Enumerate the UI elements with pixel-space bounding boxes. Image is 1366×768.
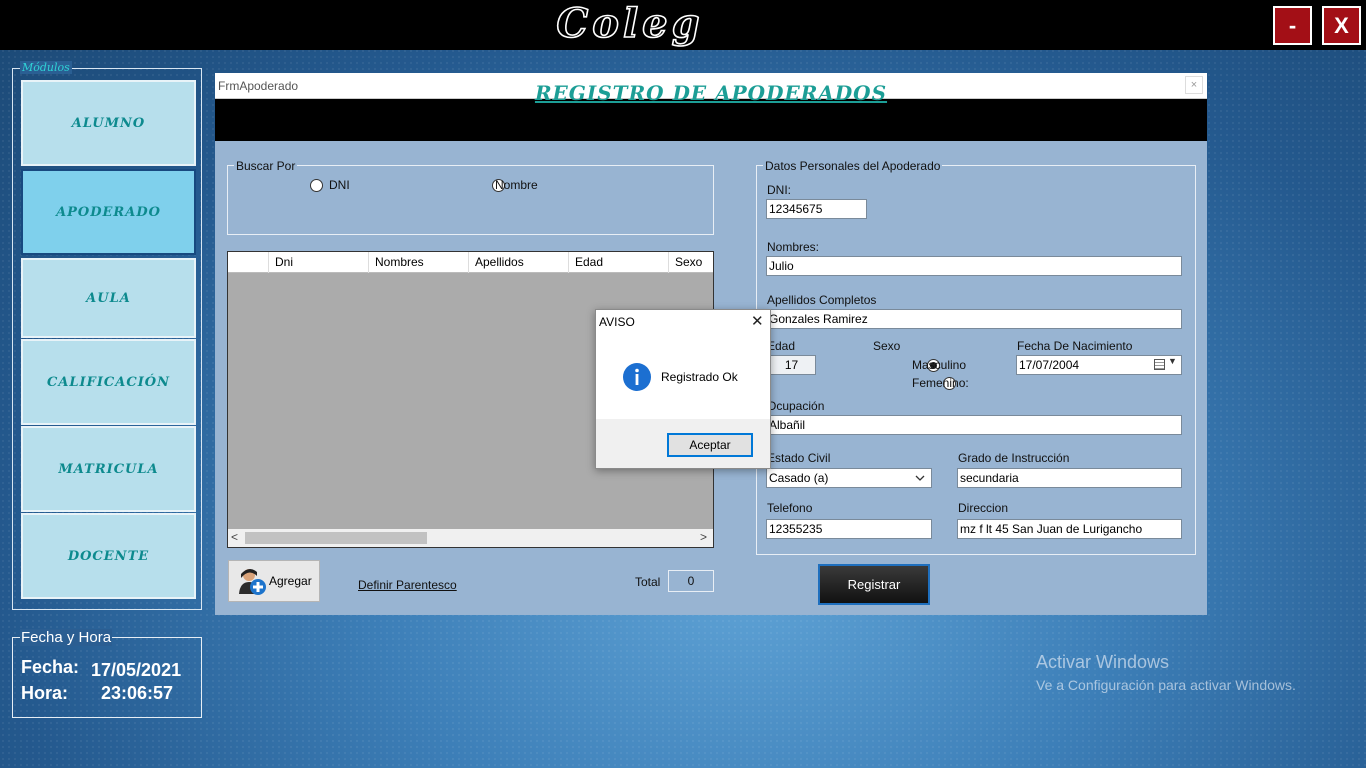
personal-data-legend: Datos Personales del Apoderado	[763, 159, 943, 173]
search-group	[227, 165, 714, 235]
module-matricula-button[interactable]: MATRICULA	[21, 426, 196, 512]
dialog-close-button[interactable]: ✕	[751, 312, 764, 330]
fecha-value: 17/05/2021	[91, 660, 182, 680]
activation-watermark-title: Activar Windows	[1036, 652, 1170, 672]
grid-col-apellidos[interactable]: Apellidos	[468, 252, 568, 273]
estado-civil-value: Casado (a)	[769, 471, 829, 485]
module-alumno-button[interactable]: ALUMNO	[21, 80, 196, 166]
search-legend: Buscar Por	[234, 159, 298, 173]
ocupacion-label: Ocupación	[767, 399, 825, 413]
aceptar-button[interactable]: Aceptar	[667, 433, 753, 457]
edad-label: Edad	[767, 339, 796, 353]
scrollbar-thumb[interactable]	[245, 532, 427, 544]
modules-legend: Módulos	[20, 61, 72, 74]
total-label: Total	[635, 575, 661, 589]
fecha-nacimiento-label: Fecha De Nacimiento	[1017, 339, 1133, 353]
fecha-nacimiento-value: 17/07/2004	[1019, 358, 1080, 372]
scroll-left-arrow-icon[interactable]: <	[231, 530, 238, 544]
telefono-label: Telefono	[767, 501, 813, 515]
app-logo: Coleg	[556, 0, 704, 47]
agregar-label: Agregar	[269, 574, 312, 588]
calendar-icon[interactable]	[1154, 359, 1165, 370]
registrar-button[interactable]: Registrar	[818, 564, 930, 605]
dialog-message: Registrado Ok	[661, 370, 738, 384]
definir-parentesco-link[interactable]: Definir Parentesco	[358, 578, 457, 592]
nombres-field[interactable]: Julio	[766, 256, 1182, 276]
dropdown-chevron-icon[interactable]	[915, 474, 925, 482]
sexo-label: Sexo	[873, 339, 901, 353]
grid-horizontal-scrollbar[interactable]: < >	[228, 529, 713, 547]
dni-field[interactable]: 12345675	[766, 199, 867, 219]
info-icon	[623, 363, 651, 391]
estado-civil-label: Estado Civil	[767, 451, 831, 465]
dialog-title: AVISO	[599, 315, 635, 329]
close-button[interactable]: X	[1322, 6, 1361, 45]
aviso-dialog: AVISO ✕ Registrado Ok Aceptar	[595, 309, 771, 469]
sexo-femenino-label: Femenino:	[912, 376, 969, 390]
grid-col-edad[interactable]: Edad	[568, 252, 668, 273]
grado-instruccion-label: Grado de Instrucción	[958, 451, 1070, 465]
module-calificacion-button[interactable]: CALIFICACIÓN	[21, 339, 196, 425]
nombres-label: Nombres:	[767, 240, 820, 254]
ocupacion-field[interactable]: Albañil	[766, 415, 1182, 435]
grid-header: Dni Nombres Apellidos Edad Sexo	[228, 252, 713, 273]
hora-label: Hora:	[21, 683, 69, 703]
apellidos-label: Apellidos Completos	[767, 293, 877, 307]
minimize-button[interactable]: -	[1273, 6, 1312, 45]
datetime-legend: Fecha y Hora	[20, 629, 113, 646]
agregar-button[interactable]: Agregar	[228, 560, 320, 602]
search-dni-label: DNI	[329, 178, 350, 192]
scroll-right-arrow-icon[interactable]: >	[700, 530, 707, 544]
add-user-icon	[239, 568, 266, 595]
fecha-nacimiento-picker[interactable]: 17/07/2004 ▼	[1016, 355, 1182, 375]
module-apoderado-button[interactable]: APODERADO	[21, 169, 196, 255]
hora-value: 23:06:57	[101, 683, 174, 703]
edad-field[interactable]: 17	[767, 355, 816, 375]
apellidos-field[interactable]: Gonzales Ramirez	[766, 309, 1182, 329]
module-docente-button[interactable]: DOCENTE	[21, 513, 196, 599]
search-nombre-label: Nombre	[495, 178, 538, 192]
grid-col-dni[interactable]: Dni	[268, 252, 368, 273]
form-header	[215, 99, 1207, 141]
dni-label: DNI:	[767, 183, 791, 197]
module-aula-button[interactable]: AULA	[21, 258, 196, 338]
grado-instruccion-field[interactable]: secundaria	[957, 468, 1182, 488]
estado-civil-select[interactable]: Casado (a)	[766, 468, 932, 488]
chevron-down-icon[interactable]: ▼	[1168, 356, 1177, 366]
form-header-title: REGISTRO DE APODERADOS	[534, 81, 888, 105]
grid-col-nombres[interactable]: Nombres	[368, 252, 468, 273]
direccion-label: Direccion	[958, 501, 1009, 515]
direccion-field[interactable]: mz f lt 45 San Juan de Lurigancho	[957, 519, 1182, 539]
sexo-masculino-label: Masculino	[912, 358, 967, 372]
total-value: 0	[668, 570, 714, 592]
telefono-field[interactable]: 12355235	[766, 519, 932, 539]
fecha-label: Fecha:	[21, 657, 80, 677]
grid-col-sexo[interactable]: Sexo	[668, 252, 713, 273]
activation-watermark-subtitle: Ve a Configuración para activar Windows.	[1036, 677, 1296, 693]
